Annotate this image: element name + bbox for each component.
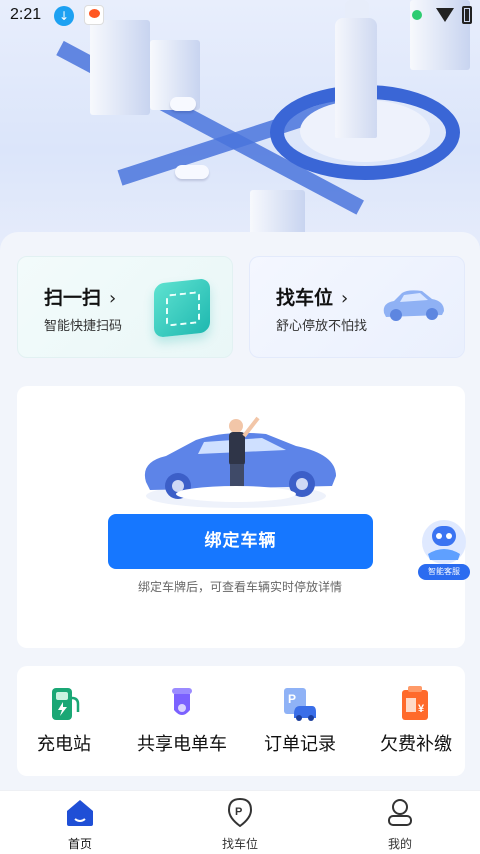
svg-text:¥: ¥: [418, 703, 425, 715]
svg-text:P: P: [235, 806, 242, 818]
nav-find-parking[interactable]: P 找车位: [190, 797, 290, 854]
feature-label: 充电站: [37, 734, 91, 755]
chevron-right-icon: ›: [341, 288, 349, 309]
home-icon: [67, 800, 93, 826]
car-icon: [170, 97, 196, 111]
feature-charging-station[interactable]: 充电站: [4, 686, 124, 756]
tower-building: [335, 18, 377, 138]
parking-order-icon: P: [284, 688, 316, 721]
robot-icon: [422, 520, 466, 564]
svg-text:P: P: [288, 692, 296, 706]
camera-indicator-icon: [412, 10, 422, 20]
car-icon: [383, 290, 444, 321]
building: [90, 20, 150, 115]
chevron-right-icon: ›: [109, 288, 117, 309]
bottom-navigation: 首页 P 找车位 我的: [0, 790, 480, 854]
find-parking-card-title: 找车位: [276, 287, 334, 309]
car-icon: [175, 165, 209, 179]
find-parking-card-subtitle: 舒心停放不怕找: [276, 319, 368, 334]
profile-icon: [388, 799, 412, 826]
scan-card-subtitle: 智能快捷扫码: [44, 319, 123, 334]
scan-card[interactable]: 扫一扫 › 智能快捷扫码: [17, 256, 233, 358]
charging-station-icon: [52, 688, 80, 720]
nav-find-parking-label: 找车位: [221, 837, 258, 851]
app-notification-icon: [84, 5, 104, 25]
scan-icon: [154, 278, 210, 338]
parking-pin-icon: P: [227, 797, 253, 827]
hero-city-illustration: 2:21 ↓: [0, 0, 480, 250]
bind-vehicle-button[interactable]: 绑定车辆: [108, 514, 373, 569]
find-parking-card[interactable]: 找车位 › 舒心停放不怕找: [249, 256, 465, 358]
feature-label: 欠费补缴: [380, 734, 452, 755]
smart-customer-service-label: 智能客服: [418, 564, 470, 580]
smart-customer-service-button[interactable]: 智能客服: [418, 514, 470, 580]
e-bike-icon: [172, 688, 192, 715]
car-with-person-illustration: [144, 416, 336, 508]
nav-home-label: 首页: [67, 837, 92, 851]
feature-label: 共享电单车: [137, 734, 227, 755]
battery-icon: [462, 6, 472, 24]
status-bar: 2:21 ↓: [0, 0, 480, 32]
bind-vehicle-hint: 绑定车牌后，可查看车辆实时停放详情: [137, 580, 342, 594]
building: [250, 190, 305, 235]
nav-home[interactable]: 首页: [30, 797, 130, 854]
feature-arrears-payment[interactable]: ¥ 欠费补缴: [356, 686, 476, 756]
scan-card-title: 扫一扫: [44, 287, 102, 309]
feature-label: 订单记录: [264, 734, 336, 755]
feature-shared-ebike[interactable]: 共享电单车: [122, 686, 242, 756]
nav-profile-label: 我的: [387, 837, 412, 851]
wifi-icon: [436, 8, 454, 22]
payment-bill-icon: ¥: [402, 686, 428, 720]
download-icon: ↓: [54, 6, 74, 26]
status-time: 2:21: [10, 6, 42, 23]
nav-profile[interactable]: 我的: [350, 797, 450, 854]
feature-order-records[interactable]: P 订单记录: [240, 686, 360, 756]
